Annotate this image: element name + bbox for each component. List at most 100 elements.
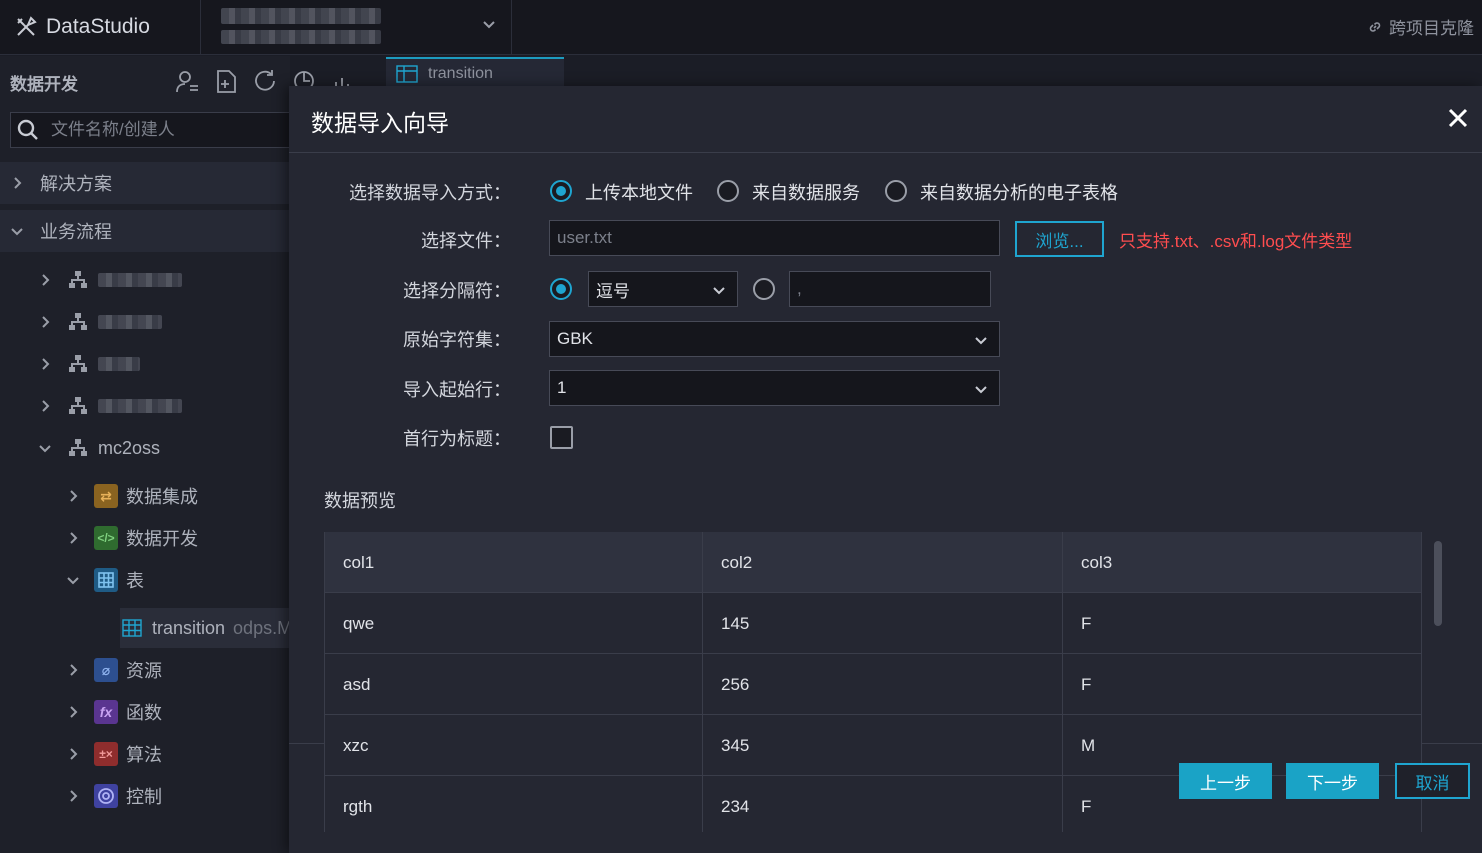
next-step-button[interactable]: 下一步 (1286, 763, 1379, 799)
radio-spreadsheet-label[interactable]: 来自数据分析的电子表格 (920, 179, 1118, 205)
workflow-icon (66, 352, 90, 376)
header-row-checkbox[interactable] (550, 426, 573, 449)
chevron-down-icon (713, 287, 725, 295)
tree-item-control[interactable]: 控制 (66, 778, 162, 814)
radio-upload-local[interactable] (550, 180, 572, 202)
section-workflows[interactable]: 业务流程 (0, 210, 290, 252)
link-icon (1369, 21, 1381, 32)
tree-item-function[interactable]: fx 函数 (66, 694, 162, 730)
table-cell: F (1081, 674, 1092, 694)
table-icon (396, 65, 418, 83)
section-solutions[interactable]: 解决方案 (0, 162, 290, 204)
workflow-item-mc2oss[interactable]: mc2oss (38, 430, 160, 466)
import-method-label: 选择数据导入方式： (349, 183, 511, 203)
resource-icon: ⌀ (94, 658, 118, 682)
tree-item-data-integration[interactable]: ⇄ 数据集成 (66, 478, 198, 514)
charset-label: 原始字符集： (403, 330, 511, 350)
table-cell: qwe (325, 593, 703, 654)
table-item-name: transition (152, 617, 226, 638)
radio-custom-delimiter[interactable] (753, 278, 775, 300)
table-cell: F (1081, 613, 1092, 633)
tree-item-label: 控制 (126, 787, 162, 807)
table-item-transition[interactable]: transition odps.M (120, 610, 292, 646)
preview-scrollbar[interactable] (1434, 541, 1442, 626)
chevron-right-icon (70, 706, 78, 718)
chevron-right-icon (70, 748, 78, 760)
sidebar: 数据开发 解决方案 业务流程 (0, 56, 349, 853)
workflow-icon (66, 394, 90, 418)
delimiter-select-value: 逗号 (596, 281, 630, 301)
cross-project-clone-link[interactable]: 跨项目克隆 (1367, 14, 1474, 39)
chevron-right-icon (42, 400, 50, 412)
new-file-icon[interactable] (213, 68, 240, 95)
user-filter-icon[interactable] (174, 68, 201, 95)
chevron-down-icon (11, 228, 23, 236)
control-icon (94, 784, 118, 808)
workflow-item[interactable] (38, 388, 182, 424)
file-type-hint: 只支持.txt、.csv和.log文件类型 (1119, 232, 1353, 251)
charset-select[interactable]: GBK (549, 321, 1000, 357)
prev-step-button[interactable]: 上一步 (1179, 763, 1272, 799)
table-cell: 234 (703, 776, 1063, 832)
table-icon (94, 568, 118, 592)
file-path-field[interactable]: user.txt (549, 220, 1000, 256)
refresh-icon[interactable] (252, 68, 279, 95)
workflow-icon (66, 436, 90, 460)
delimiter-label: 选择分隔符： (403, 281, 511, 301)
chevron-right-icon (42, 274, 50, 286)
section-label: 解决方案 (40, 174, 112, 194)
table-icon (120, 616, 144, 640)
sidebar-search (10, 112, 300, 148)
chevron-right-icon (42, 358, 50, 370)
workflow-item[interactable] (38, 262, 182, 298)
browse-button[interactable]: 浏览... (1015, 221, 1104, 257)
cancel-button[interactable]: 取消 (1395, 763, 1470, 799)
radio-data-service-label[interactable]: 来自数据服务 (752, 179, 860, 205)
chevron-right-icon (70, 532, 78, 544)
editor-tab-transition[interactable]: transition (386, 57, 564, 89)
tree-item-data-development[interactable]: </> 数据开发 (66, 520, 198, 556)
tree-item-resource[interactable]: ⌀ 资源 (66, 652, 162, 688)
dialog-header: 数据导入向导 (289, 86, 1482, 153)
radio-upload-local-label[interactable]: 上传本地文件 (585, 179, 693, 205)
cross-project-clone-label: 跨项目克隆 (1389, 19, 1474, 38)
chevron-right-icon (14, 177, 22, 189)
search-icon (17, 119, 38, 140)
tools-icon (17, 16, 37, 36)
table-row: asd 256 F (325, 654, 1421, 715)
table-row: qwe 145 F (325, 593, 1421, 654)
chevron-right-icon (70, 664, 78, 676)
radio-preset-delimiter[interactable] (550, 278, 572, 300)
redacted-workflow-name (98, 357, 140, 371)
custom-delimiter-input[interactable]: , (789, 271, 991, 307)
table-cell: 145 (703, 593, 1063, 654)
preview-title: 数据预览 (324, 491, 396, 511)
column-header: col2 (703, 532, 1063, 593)
workflow-item[interactable] (38, 304, 162, 340)
close-icon[interactable] (1446, 106, 1470, 130)
table-header-row: col1 col2 col3 (325, 532, 1421, 593)
tree-item-table[interactable]: 表 (66, 562, 144, 598)
delimiter-select[interactable]: 逗号 (588, 271, 738, 307)
search-input[interactable] (51, 120, 271, 140)
radio-spreadsheet[interactable] (885, 180, 907, 202)
tree-item-algorithm[interactable]: ±× 算法 (66, 736, 162, 772)
workflow-name: mc2oss (98, 437, 161, 458)
workflow-item[interactable] (38, 346, 140, 382)
chevron-right-icon (42, 316, 50, 328)
workflow-icon (66, 310, 90, 334)
project-select[interactable] (200, 0, 512, 55)
tree-item-label: 数据开发 (126, 529, 198, 549)
app-name: DataStudio (46, 15, 150, 38)
redacted-workflow-name (98, 273, 182, 287)
file-label: 选择文件： (421, 231, 511, 251)
redacted-workflow-name (98, 315, 162, 329)
app-brand[interactable]: DataStudio (14, 12, 150, 42)
start-row-select[interactable]: 1 (549, 370, 1000, 406)
table-cell: 256 (703, 654, 1063, 715)
chevron-down-icon (975, 337, 987, 345)
tree-item-label: 算法 (126, 745, 162, 765)
radio-data-service[interactable] (717, 180, 739, 202)
algorithm-icon: ±× (94, 742, 118, 766)
start-row-label: 导入起始行： (403, 380, 511, 400)
